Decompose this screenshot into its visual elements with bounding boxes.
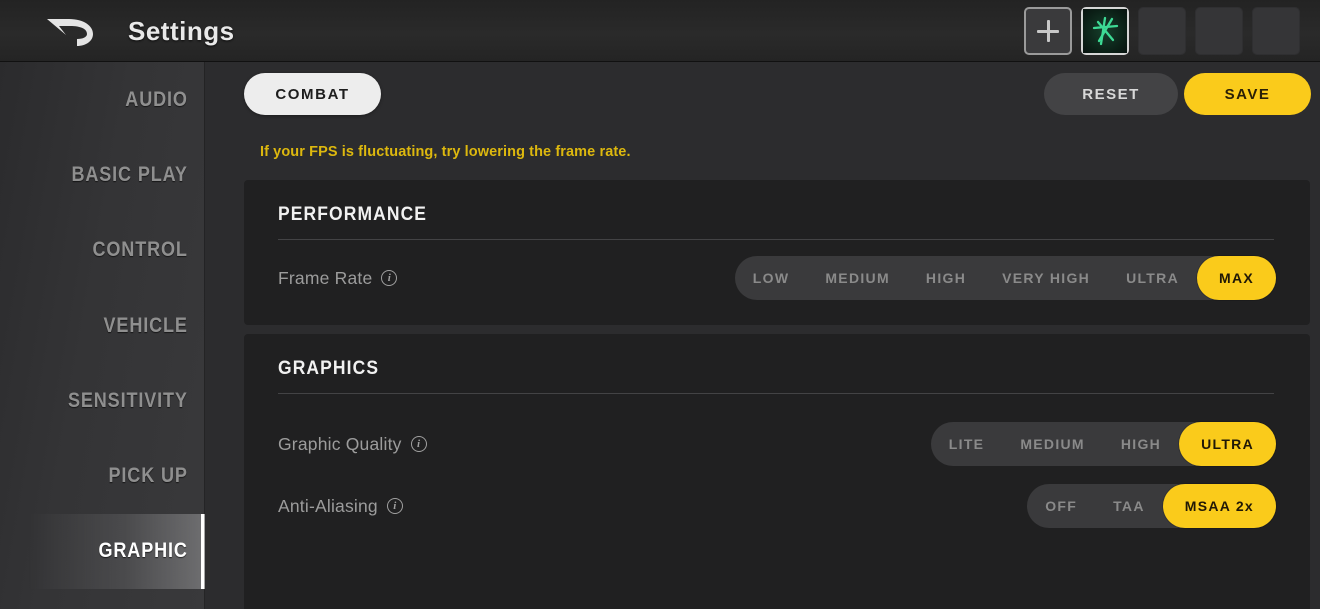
panel-title: GRAPHICS	[278, 358, 380, 379]
anti-aliasing-option-taa[interactable]: TAA	[1095, 484, 1163, 528]
empty-slot-3[interactable]	[1252, 7, 1300, 55]
setting-row-frame-rate: Frame Rate i LOW MEDIUM HIGH VERY HIGH U…	[244, 250, 1310, 306]
graphic-quality-option-medium[interactable]: MEDIUM	[1002, 422, 1103, 466]
graphic-quality-option-high[interactable]: HIGH	[1103, 422, 1179, 466]
settings-sidebar: AUDIO BASIC PLAY CONTROL VEHICLE SENSITI…	[0, 62, 205, 609]
setting-label-group: Anti-Aliasing i	[278, 496, 403, 517]
content-toolbar: COMBAT RESET SAVE	[205, 62, 1320, 128]
setting-label-group: Frame Rate i	[278, 267, 398, 289]
setting-label: Anti-Aliasing	[278, 495, 378, 516]
settings-screen: Settings AUDIO BASIC PLAY CONTROL VEHICL…	[0, 0, 1320, 609]
panel-graphics: GRAPHICS Graphic Quality i LITE MEDIUM H…	[244, 334, 1310, 609]
anti-aliasing-option-msaa-2x[interactable]: MSAA 2x	[1162, 484, 1276, 528]
setting-label: Frame Rate	[278, 267, 373, 288]
frame-rate-option-low[interactable]: LOW	[735, 256, 808, 300]
sidebar-item-label: SENSITIVITY	[67, 388, 188, 412]
back-arrow-icon[interactable]	[40, 9, 102, 53]
sidebar-item-control[interactable]: CONTROL	[29, 213, 205, 288]
sidebar-item-label: BASIC PLAY	[71, 162, 188, 186]
sidebar-item-audio[interactable]: AUDIO	[29, 62, 205, 137]
sidebar-item-pick-up[interactable]: PICK UP	[29, 438, 205, 513]
frame-rate-option-max[interactable]: MAX	[1196, 256, 1276, 300]
reset-button[interactable]: RESET	[1044, 73, 1178, 115]
settings-content: COMBAT RESET SAVE If your FPS is fluctua…	[205, 62, 1320, 609]
setting-row-anti-aliasing: Anti-Aliasing i OFF TAA MSAA 2x	[244, 478, 1310, 534]
info-icon[interactable]: i	[386, 498, 403, 514]
character-slot-button[interactable]	[1081, 7, 1129, 55]
sidebar-item-vehicle[interactable]: VEHICLE	[29, 288, 205, 363]
sidebar-item-label: GRAPHIC	[98, 539, 188, 563]
sidebar-item-label: AUDIO	[125, 87, 188, 111]
green-star-glyph-icon	[1083, 9, 1127, 53]
setting-row-graphic-quality: Graphic Quality i LITE MEDIUM HIGH ULTRA	[244, 416, 1310, 472]
app-header: Settings	[0, 0, 1320, 62]
sidebar-item-label: PICK UP	[108, 464, 188, 488]
anti-aliasing-option-off[interactable]: OFF	[1027, 484, 1095, 528]
frame-rate-option-ultra[interactable]: ULTRA	[1108, 256, 1197, 300]
frame-rate-segmented-control: LOW MEDIUM HIGH VERY HIGH ULTRA MAX	[734, 256, 1276, 300]
setting-label-group: Graphic Quality i	[278, 434, 427, 455]
graphic-quality-option-ultra[interactable]: ULTRA	[1179, 422, 1276, 466]
info-icon[interactable]: i	[381, 270, 398, 286]
panel-divider	[278, 239, 1274, 240]
panel-divider	[278, 393, 1274, 394]
sidebar-item-label: VEHICLE	[103, 313, 188, 337]
info-icon[interactable]: i	[410, 436, 427, 452]
anti-aliasing-segmented-control: OFF TAA MSAA 2x	[1027, 484, 1276, 528]
sidebar-item-graphic[interactable]: GRAPHIC	[28, 513, 205, 590]
empty-slot-2[interactable]	[1195, 7, 1243, 55]
frame-rate-option-very-high[interactable]: VERY HIGH	[984, 256, 1108, 300]
page-title: Settings	[128, 15, 235, 46]
sidebar-item-basic-play[interactable]: BASIC PLAY	[29, 137, 205, 212]
add-slot-button[interactable]	[1024, 7, 1072, 55]
sidebar-item-sensitivity[interactable]: SENSITIVITY	[29, 363, 205, 438]
frame-rate-option-medium[interactable]: MEDIUM	[807, 256, 908, 300]
fps-notice-text: If your FPS is fluctuating, try lowering…	[260, 144, 631, 160]
sidebar-item-label: CONTROL	[92, 238, 188, 262]
graphic-quality-segmented-control: LITE MEDIUM HIGH ULTRA	[930, 422, 1276, 466]
graphic-quality-option-lite[interactable]: LITE	[931, 422, 1003, 466]
panel-title: PERFORMANCE	[278, 204, 428, 225]
setting-label: Graphic Quality	[278, 433, 402, 454]
panel-performance: PERFORMANCE Frame Rate i LOW MEDIUM HIGH…	[244, 180, 1310, 325]
frame-rate-option-high[interactable]: HIGH	[908, 256, 984, 300]
tab-combat[interactable]: COMBAT	[244, 73, 381, 115]
empty-slot-1[interactable]	[1138, 7, 1186, 55]
header-slot-bar	[1024, 7, 1300, 55]
plus-icon-vertical	[1046, 20, 1050, 42]
save-button[interactable]: SAVE	[1184, 73, 1311, 115]
